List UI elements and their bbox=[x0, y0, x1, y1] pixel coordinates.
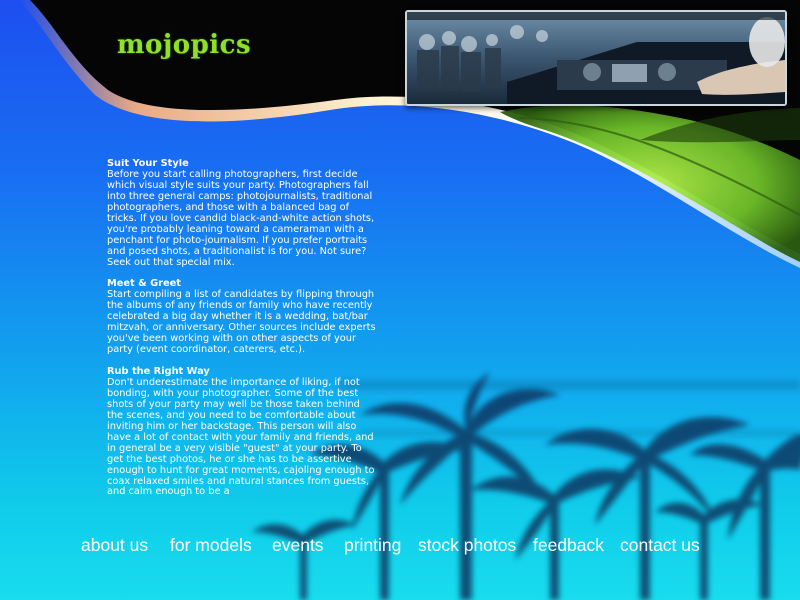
nav-stock-photos[interactable]: stock photos bbox=[418, 535, 516, 556]
section-body: Don't underestimate the importance of li… bbox=[107, 376, 375, 498]
section-body: Start compiling a list of candidates by … bbox=[107, 289, 376, 356]
nav-feedback[interactable]: feedback bbox=[533, 535, 604, 556]
nav-for-models[interactable]: for models bbox=[170, 535, 252, 556]
dj-photo-image bbox=[407, 12, 785, 104]
article-section: Meet & Greet Start compiling a list of c… bbox=[107, 278, 379, 356]
nav-contact-us[interactable]: contact us bbox=[620, 535, 700, 556]
header-photo bbox=[405, 10, 787, 106]
article-section: Suit Your Style Before you start calling… bbox=[107, 159, 379, 269]
article-content: Suit Your Style Before you start calling… bbox=[107, 159, 379, 525]
section-body: Before you start calling photographers, … bbox=[107, 168, 375, 268]
nav-about-us[interactable]: about us bbox=[81, 535, 148, 556]
mojopics-logo[interactable]: mojopics bbox=[117, 30, 251, 60]
nav-events[interactable]: events bbox=[272, 535, 324, 556]
footer-nav: about us for models events printing stoc… bbox=[0, 535, 800, 559]
article-section: Rub the Right Way Don't underestimate th… bbox=[107, 366, 379, 498]
nav-printing[interactable]: printing bbox=[344, 535, 401, 556]
